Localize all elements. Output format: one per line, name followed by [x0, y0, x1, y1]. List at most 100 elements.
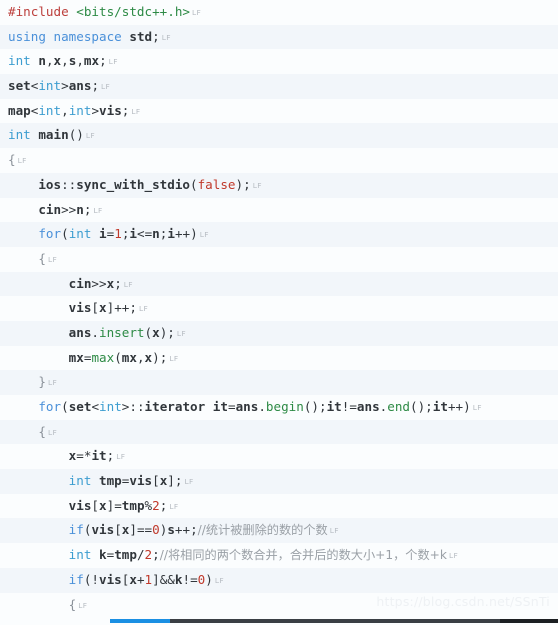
code-line[interactable]: ios::sync_with_stdio(false); LF — [0, 172, 558, 198]
token-type: int — [38, 78, 62, 94]
lf-marker: LF — [176, 328, 187, 338]
code-line[interactable]: int tmp=vis[x]; LF — [0, 469, 558, 494]
token-brace: } — [38, 374, 46, 390]
lf-marker: LF — [184, 477, 194, 487]
lf-marker: LF — [85, 131, 96, 141]
code-line[interactable]: vis[x]=tmp%2; LF — [0, 493, 558, 519]
code-line[interactable]: set<int>ans; LF — [0, 74, 558, 99]
lf-marker: LF — [192, 8, 202, 17]
code-line[interactable]: {LF — [0, 246, 558, 272]
token-type: int — [68, 473, 92, 489]
lf-marker: LF — [17, 156, 27, 166]
horizontal-scrollbar[interactable] — [0, 616, 558, 625]
scrollbar-thumb-tail[interactable] — [500, 619, 558, 623]
code-line[interactable]: int k=tmp/2;//将相同的两个数合并，合并后的数大小+1，个数+k LF — [0, 543, 558, 568]
token-identifier: set — [8, 78, 31, 94]
code-line[interactable]: ans.insert(x); LF — [0, 320, 558, 346]
lf-marker: LF — [329, 526, 339, 536]
code-line[interactable]: x=*it; LF — [0, 444, 558, 470]
lf-marker: LF — [93, 205, 103, 215]
token-preprocessor: #include — [8, 4, 69, 19]
token-identifier: vis — [68, 497, 92, 513]
token-identifier: ans — [68, 324, 92, 340]
code-line[interactable]: for(set<int>::iterator it=ans.begin();it… — [0, 395, 558, 420]
lf-marker: LF — [252, 180, 262, 190]
token-identifier: set — [68, 399, 92, 414]
token-identifier: cin — [38, 201, 62, 217]
token-keyword: if — [68, 522, 84, 538]
lf-marker: LF — [138, 304, 149, 314]
token-type: int — [8, 53, 31, 69]
token-type: int — [8, 127, 31, 143]
token-identifier: iterator — [144, 399, 206, 414]
lf-marker: LF — [161, 32, 171, 42]
code-line[interactable]: if(!vis[x+1]&&k!=0) LF — [0, 567, 558, 593]
code-line[interactable]: cin>>n; LF — [0, 197, 558, 223]
token-method: begin — [265, 399, 304, 414]
lf-marker: LF — [169, 353, 179, 363]
lf-marker: LF — [199, 230, 209, 240]
token-identifier: n — [38, 53, 46, 69]
token-identifier: sync_with_stdio — [76, 176, 190, 192]
code-line[interactable]: int n,x,s,mx; LF — [0, 49, 558, 75]
scrollbar-thumb[interactable] — [110, 619, 170, 623]
token-keyword: for — [38, 226, 62, 242]
lf-marker: LF — [47, 378, 58, 388]
token-brace: { — [8, 152, 16, 168]
code-line[interactable]: {LF — [0, 148, 558, 173]
token-brace: { — [38, 423, 46, 439]
token-method: insert — [99, 324, 145, 340]
lf-marker: LF — [47, 427, 58, 437]
lf-marker: LF — [448, 551, 459, 561]
token-identifier: cin — [68, 275, 92, 291]
lf-marker: LF — [131, 106, 141, 116]
token-type: int — [68, 547, 92, 563]
token-identifier: std — [129, 28, 153, 44]
token-identifier: vis — [68, 300, 92, 316]
code-content[interactable]: #include <bits/stdc++.h> LF using namespa… — [0, 0, 558, 616]
code-line[interactable]: for(int i=1;i<=n;i++) LF — [0, 222, 558, 247]
token-include-path: <bits/stdc++.h> — [76, 4, 190, 19]
token-comment: //统计被删除的数的个数 — [197, 523, 328, 538]
code-line[interactable]: mx=max(mx,x); LF — [0, 345, 558, 371]
code-line[interactable]: map<int,int>vis; LF — [0, 98, 558, 124]
code-line[interactable]: vis[x]++; LF — [0, 296, 558, 321]
code-line[interactable]: {LF — [0, 592, 558, 616]
code-line[interactable]: #include <bits/stdc++.h> LF — [0, 0, 558, 25]
token-number: 2 — [144, 547, 153, 563]
token-brace: { — [38, 250, 46, 266]
lf-marker: LF — [78, 600, 88, 610]
lf-marker: LF — [214, 575, 225, 585]
token-type: int — [99, 399, 122, 414]
token-function: max — [91, 349, 115, 365]
token-type: int — [38, 102, 62, 118]
code-line[interactable]: using namespace std; LF — [0, 24, 558, 50]
lf-marker: LF — [108, 57, 118, 67]
lf-marker: LF — [169, 501, 179, 511]
token-identifier: map — [8, 102, 31, 118]
token-keyword: namespace — [53, 28, 122, 44]
lf-marker: LF — [101, 82, 111, 92]
token-type: int — [68, 226, 92, 242]
token-number: 0 — [152, 522, 160, 538]
lf-marker: LF — [123, 279, 133, 289]
token-keyword: for — [38, 399, 62, 414]
token-keyword: if — [68, 571, 84, 587]
token-literal: false — [197, 176, 236, 192]
token-type: int — [68, 102, 92, 118]
code-line[interactable]: if(vis[x]==0)s++;//统计被删除的数的个数 LF — [0, 518, 558, 544]
scrollbar-thumb-rest[interactable] — [170, 619, 500, 623]
token-number: 2 — [152, 497, 160, 513]
code-line[interactable]: int main() LF — [0, 123, 558, 149]
code-viewer: #include <bits/stdc++.h> LF using namespa… — [0, 0, 558, 625]
token-identifier: ios — [38, 176, 62, 192]
token-comment: //将相同的两个数合并，合并后的数大小+1，个数+k — [159, 548, 447, 563]
lf-marker: LF — [472, 403, 482, 412]
token-number: 1 — [114, 226, 122, 242]
code-line[interactable]: } LF — [0, 370, 558, 395]
lf-marker: LF — [116, 452, 126, 462]
token-function-name: main — [38, 127, 69, 143]
code-line[interactable]: cin>>x; LF — [0, 271, 558, 297]
code-line[interactable]: {LF — [0, 419, 558, 445]
token-identifier: mx — [68, 349, 84, 365]
